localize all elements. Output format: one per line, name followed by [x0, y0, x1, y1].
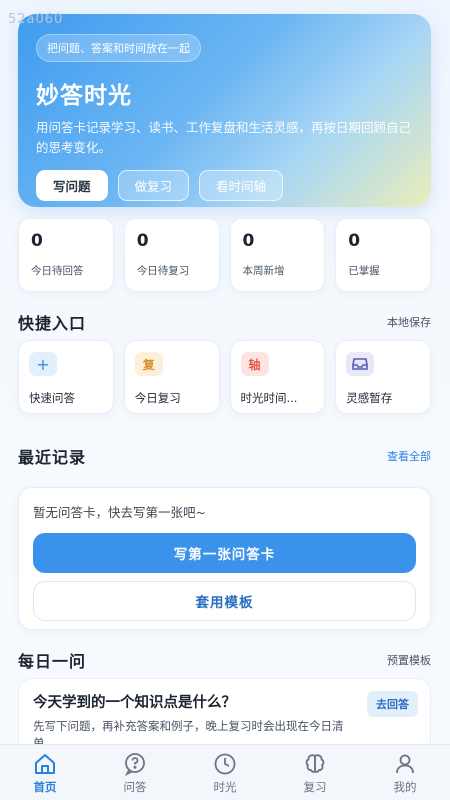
quick-answer-entry[interactable]: + 快速问答 — [18, 340, 114, 414]
stat-label: 今日待回答 — [31, 265, 84, 277]
daily-section-header: 每日一问 预置模板 — [18, 648, 431, 672]
stat-label: 已掌握 — [348, 265, 380, 277]
inbox-icon — [346, 352, 375, 376]
tab-home[interactable]: 首页 — [0, 745, 90, 800]
local-save-label: 本地保存 — [387, 316, 431, 329]
question-bubble-icon — [124, 752, 145, 776]
view-all-link[interactable]: 查看全部 — [387, 448, 431, 464]
tab-review[interactable]: 复习 — [270, 745, 360, 800]
quick-entries: + 快速问答 复 今日复习 轴 时光时间... 灵感暂存 — [18, 340, 431, 414]
daily-section-title: 每日一问 — [18, 652, 87, 671]
stat-value: 0 — [31, 231, 43, 251]
today-review-entry[interactable]: 复 今日复习 — [123, 340, 220, 414]
quick-entry-label: 时光时间... — [240, 391, 298, 405]
stat-label: 今日待复习 — [136, 265, 190, 277]
stat-value: 0 — [348, 231, 361, 251]
view-timeline-button[interactable]: 看时间轴 — [199, 170, 284, 201]
write-first-card-button[interactable]: 写第一张问答卡 — [33, 533, 416, 573]
tab-label: 问答 — [123, 779, 147, 794]
bottom-tab-bar: 首页 问答 时光 复习 我的 — [0, 744, 450, 800]
review-icon: 复 — [134, 352, 163, 376]
tab-label: 我的 — [393, 779, 417, 794]
timeline-icon: 轴 — [240, 352, 269, 376]
stats-row: 0 今日待回答 0 今日待复习 0 本周新增 0 已掌握 — [18, 218, 431, 292]
stat-label: 本周新增 — [242, 265, 285, 277]
stat-value: 0 — [242, 231, 255, 251]
timeline-entry[interactable]: 轴 时光时间... — [229, 340, 326, 414]
stat-value: 0 — [136, 231, 149, 251]
watermark-text: 52a060 — [8, 12, 64, 27]
home-icon — [35, 753, 55, 774]
quick-entry-label: 快速问答 — [29, 391, 75, 405]
stat-week-new[interactable]: 0 本周新增 — [229, 218, 326, 292]
go-answer-button[interactable]: 去回答 — [367, 691, 418, 717]
tab-qa[interactable]: 问答 — [90, 745, 180, 800]
stat-today-review[interactable]: 0 今日待复习 — [123, 218, 220, 292]
recent-section-header: 最近记录 查看全部 — [18, 444, 431, 468]
brain-icon — [305, 753, 325, 773]
quick-section-title: 快捷入口 — [18, 314, 87, 333]
tab-time[interactable]: 时光 — [180, 745, 270, 800]
recent-section-title: 最近记录 — [18, 448, 87, 467]
tab-label: 复习 — [303, 779, 327, 794]
daily-question: 今天学到的一个知识点是什么？ — [33, 695, 236, 711]
tab-me[interactable]: 我的 — [360, 745, 450, 800]
stat-today-answer[interactable]: 0 今日待回答 — [18, 218, 114, 292]
tab-label: 时光 — [213, 779, 237, 794]
user-icon — [396, 754, 414, 773]
hero-title: 妙答时光 — [36, 83, 132, 109]
inspiration-entry[interactable]: 灵感暂存 — [335, 340, 431, 414]
quick-section-header: 快捷入口 本地保存 — [18, 310, 431, 334]
quick-entry-label: 今日复习 — [134, 391, 181, 405]
plus-icon: + — [29, 352, 57, 376]
do-review-button[interactable]: 做复习 — [117, 170, 190, 201]
hero-banner: 把问题、答案和时间放在一起 妙答时光 用问答卡记录学习、读书、工作复盘和生活灵感… — [18, 14, 431, 207]
hero-description: 用问答卡记录学习、读书、工作复盘和生活灵感，再按日期回顾自己的思考变化。 — [36, 120, 412, 155]
preset-template-link[interactable]: 预置模板 — [387, 652, 431, 668]
stat-mastered[interactable]: 0 已掌握 — [335, 218, 431, 292]
use-template-button[interactable]: 套用模板 — [33, 581, 416, 621]
hero-tag: 把问题、答案和时间放在一起 — [36, 34, 201, 62]
write-question-button[interactable]: 写问题 — [36, 170, 108, 201]
hero-actions: 写问题 做复习 看时间轴 — [36, 170, 413, 201]
clock-icon — [214, 753, 236, 774]
tab-label: 首页 — [33, 779, 57, 794]
recent-records-card: 暂无问答卡，快去写第一张吧~ 写第一张问答卡 套用模板 — [18, 487, 431, 630]
quick-entry-label: 灵感暂存 — [346, 391, 393, 405]
empty-state-text: 暂无问答卡，快去写第一张吧~ — [33, 505, 206, 520]
